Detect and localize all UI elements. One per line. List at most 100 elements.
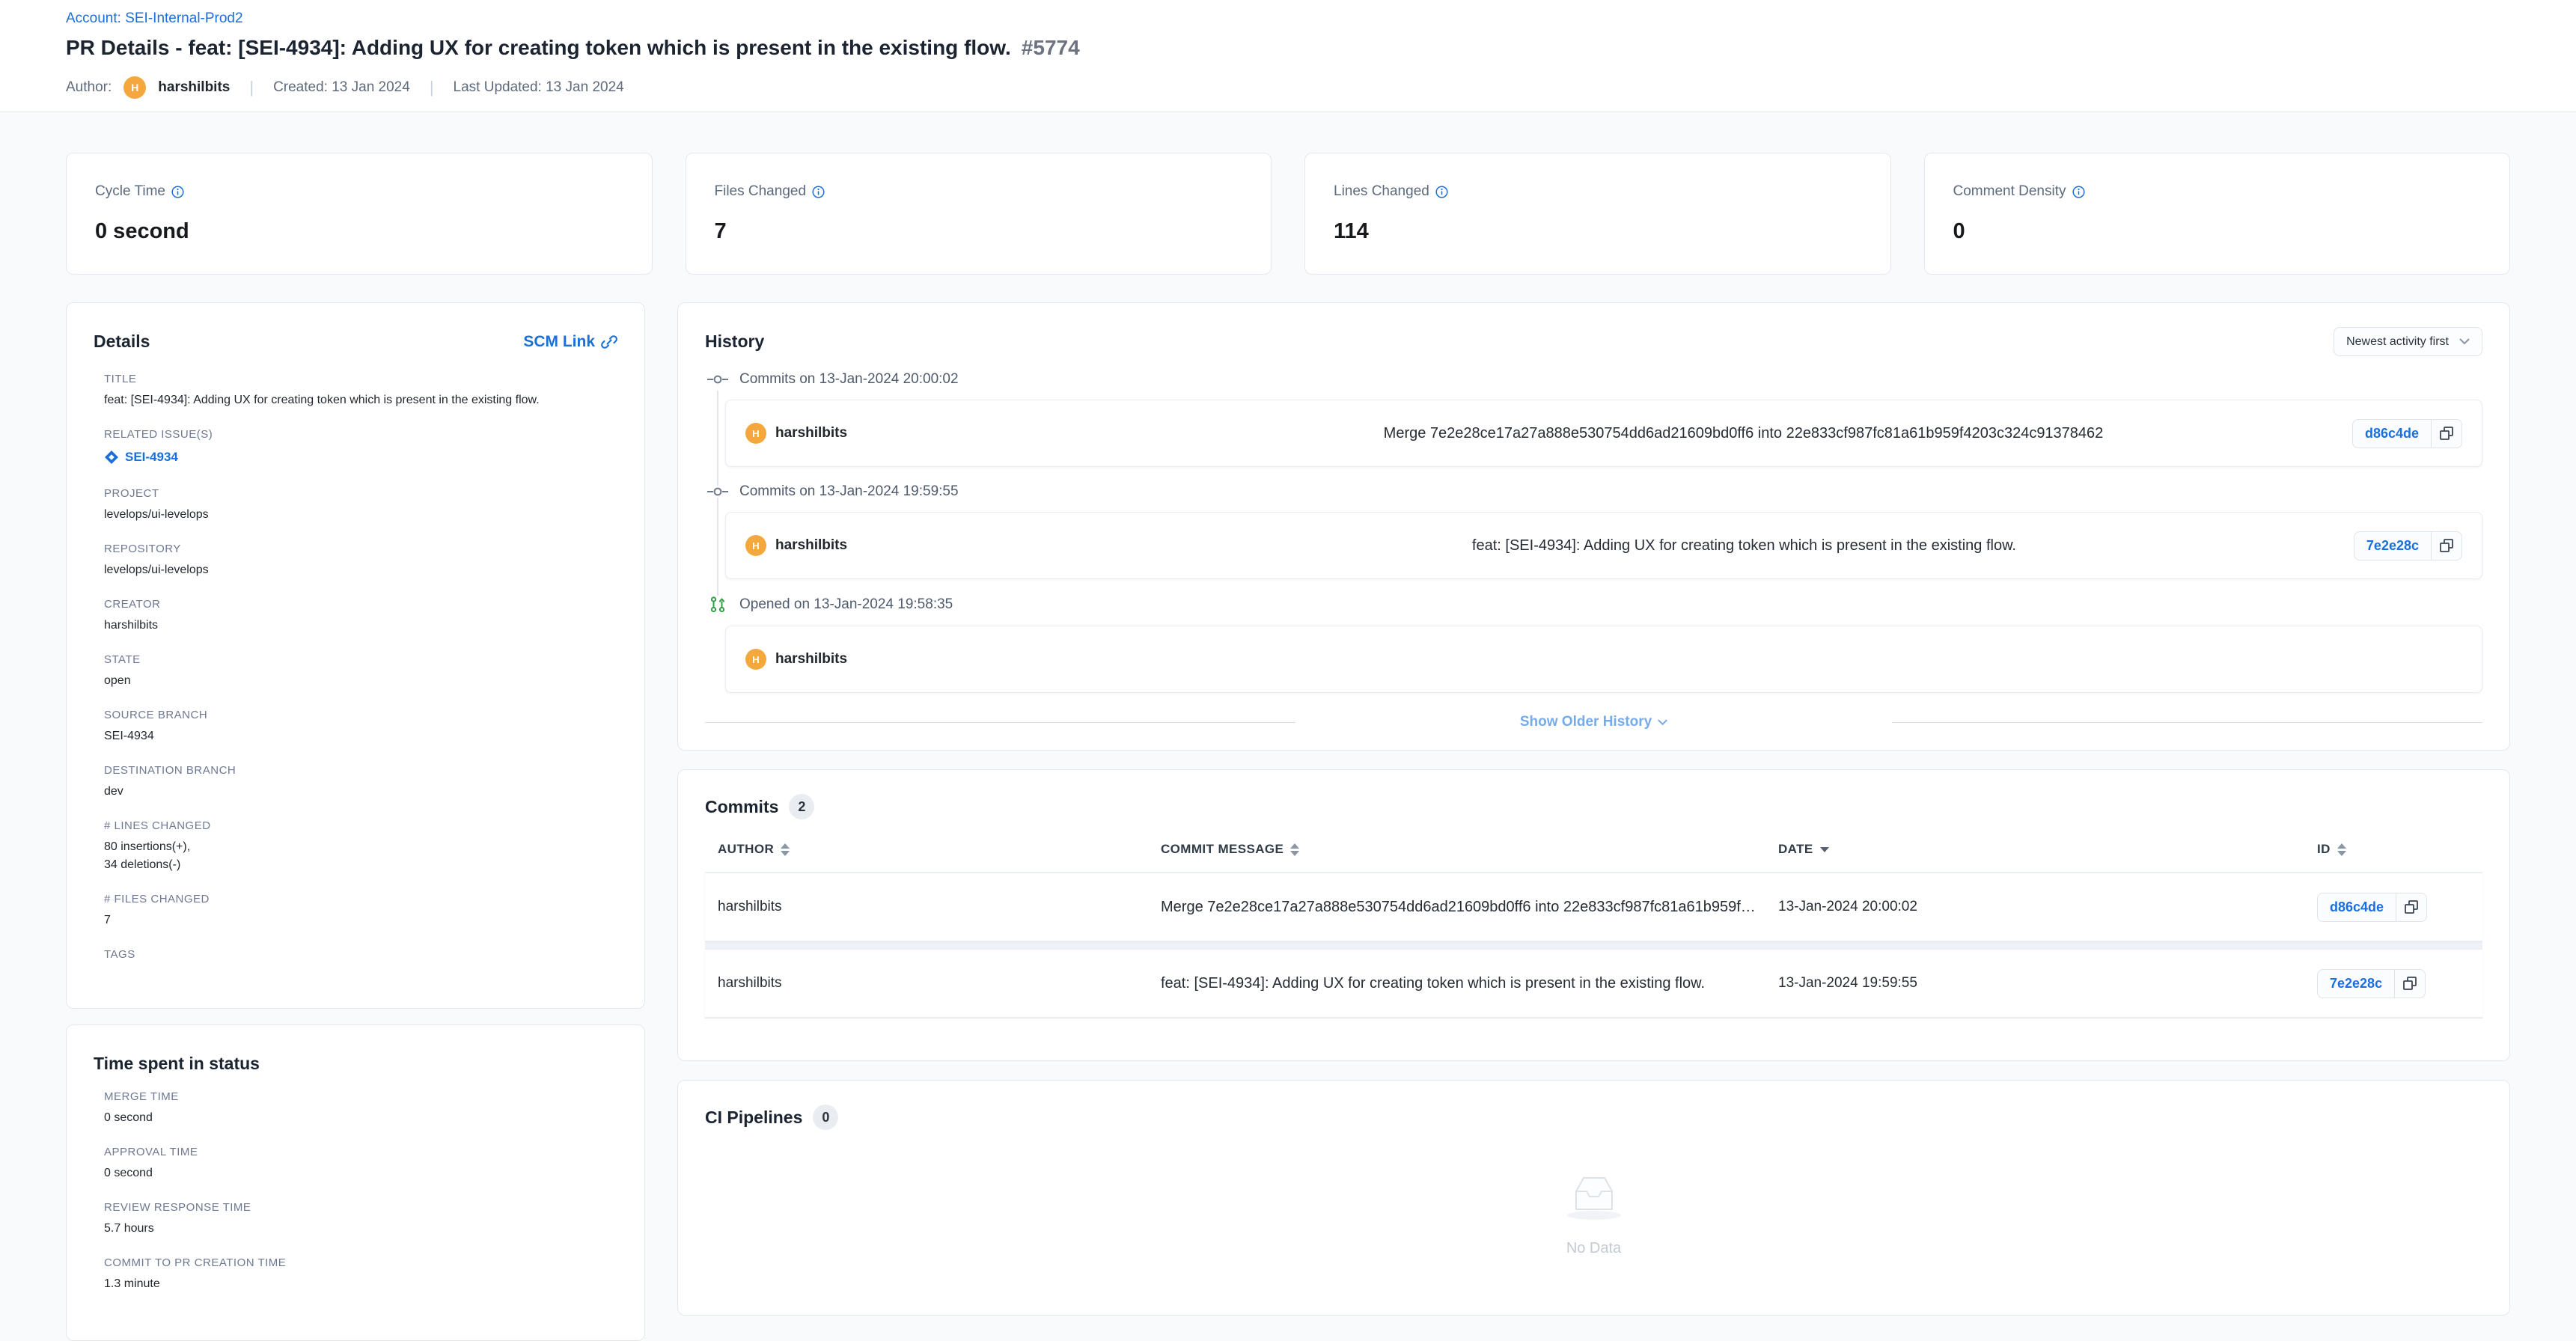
field-value: levelops/ui-levelops: [104, 561, 617, 579]
timeline-event-text: Commits on 13-Jan-2024 19:59:55: [739, 483, 959, 500]
chevron-down-icon: [1658, 719, 1667, 726]
empty-box-icon: [1558, 1166, 1630, 1223]
metric-label: Comment Density: [1953, 183, 2066, 200]
field-value: 5.7 hours: [104, 1220, 617, 1238]
history-commit-card: H harshilbits feat: [SEI-4934]: Adding U…: [725, 512, 2482, 579]
metric-label: Cycle Time: [95, 183, 165, 200]
table-row[interactable]: harshilbits feat: [SEI-4934]: Adding UX …: [705, 949, 2482, 1018]
info-icon[interactable]: [171, 186, 184, 198]
field-label: REPOSITORY: [104, 543, 617, 555]
history-timeline: Commits on 13-Jan-2024 20:00:02 H harshi…: [705, 371, 2482, 730]
sort-carets-icon: [2337, 843, 2346, 856]
field-merge-time: MERGE TIME 0 second: [104, 1090, 617, 1127]
copy-button[interactable]: [2432, 419, 2462, 448]
related-issue-link[interactable]: SEI-4934: [104, 450, 178, 465]
field-label: COMMIT TO PR CREATION TIME: [104, 1256, 617, 1269]
history-opened-card: H harshilbits: [725, 626, 2482, 693]
history-panel: History Newest activity first Commits on…: [677, 302, 2510, 751]
metric-label: Files Changed: [715, 183, 807, 200]
info-icon[interactable]: [1435, 186, 1448, 198]
commits-table-header: AUTHOR COMMIT MESSAGE DATE ID: [705, 819, 2482, 872]
divider: [705, 722, 1295, 723]
time-spent-panel: Time spent in status MERGE TIME 0 second…: [66, 1024, 645, 1341]
field-project: PROJECT levelops/ui-levelops: [104, 487, 617, 524]
issue-diamond-icon: [104, 450, 119, 465]
show-older-history-label: Show Older History: [1520, 714, 1652, 730]
commit-hash-badge[interactable]: d86c4de: [2317, 893, 2396, 922]
info-icon[interactable]: [812, 186, 825, 198]
cell-id: d86c4de: [2317, 893, 2482, 922]
commit-author: harshilbits: [775, 537, 847, 554]
commit-author: harshilbits: [775, 425, 847, 442]
field-value: 34 deletions(-): [104, 856, 617, 874]
page-header: Account: SEI-Internal-Prod2 PR Details -…: [0, 0, 2576, 112]
show-older-history-button[interactable]: Show Older History: [1520, 714, 1667, 730]
field-files-changed: # FILES CHANGED 7: [104, 893, 617, 929]
column-header-id[interactable]: ID: [2317, 842, 2482, 857]
avatar: H: [745, 535, 766, 556]
table-row[interactable]: harshilbits Merge 7e2e28ce17a27a888e5307…: [705, 873, 2482, 941]
cell-message: Merge 7e2e28ce17a27a888e530754dd6ad21609…: [1161, 899, 1778, 916]
field-value: 0 second: [104, 1109, 617, 1127]
cell-author: harshilbits: [718, 899, 1161, 915]
commit-message: feat: [SEI-4934]: Adding UX for creating…: [1135, 537, 2354, 555]
field-repository: REPOSITORY levelops/ui-levelops: [104, 543, 617, 579]
commit-hash-badge[interactable]: 7e2e28c: [2354, 531, 2432, 560]
timeline-event-label: Commits on 13-Jan-2024 20:00:02: [705, 371, 2482, 388]
info-icon[interactable]: [2072, 186, 2085, 198]
metric-label: Lines Changed: [1334, 183, 1429, 200]
field-tags: TAGS: [104, 948, 617, 961]
sort-carets-icon: [781, 843, 790, 856]
field-value: 80 insertions(+),: [104, 838, 617, 856]
link-icon: [601, 334, 617, 350]
copy-button[interactable]: [2432, 531, 2462, 560]
field-approval-time: APPROVAL TIME 0 second: [104, 1146, 617, 1182]
created-date: Created: 13 Jan 2024: [273, 79, 410, 96]
field-label: SOURCE BRANCH: [104, 709, 617, 721]
cell-author: harshilbits: [718, 975, 1161, 992]
field-value: 1.3 minute: [104, 1275, 617, 1293]
metric-value: 0: [1953, 219, 2482, 244]
field-value: 0 second: [104, 1164, 617, 1182]
no-data-text: No Data: [1558, 1240, 1630, 1257]
commit-hash-badge[interactable]: d86c4de: [2352, 419, 2432, 448]
field-label: PROJECT: [104, 487, 617, 500]
column-header-message[interactable]: COMMIT MESSAGE: [1161, 842, 1778, 857]
cell-date: 13-Jan-2024 20:00:02: [1778, 899, 2317, 915]
commits-count-badge: 2: [789, 794, 814, 819]
commit-hash-badge[interactable]: 7e2e28c: [2317, 969, 2395, 998]
timeline-event-text: Commits on 13-Jan-2024 20:00:02: [739, 371, 959, 388]
field-value: feat: [SEI-4934]: Adding UX for creating…: [104, 391, 617, 409]
author-label: Author:: [66, 79, 112, 96]
copy-button[interactable]: [2395, 969, 2426, 998]
field-label: MERGE TIME: [104, 1090, 617, 1103]
cell-id: 7e2e28c: [2317, 969, 2482, 998]
scm-link[interactable]: SCM Link: [523, 333, 617, 351]
column-header-author[interactable]: AUTHOR: [718, 842, 1161, 857]
field-value: levelops/ui-levelops: [104, 506, 617, 524]
field-commit-to-pr-time: COMMIT TO PR CREATION TIME 1.3 minute: [104, 1256, 617, 1293]
field-label: DESTINATION BRANCH: [104, 764, 617, 777]
metric-card-files-changed: Files Changed 7: [686, 153, 1272, 275]
column-header-date[interactable]: DATE: [1778, 842, 2317, 857]
commit-message: Merge 7e2e28ce17a27a888e530754dd6ad21609…: [1135, 425, 2352, 442]
history-sort-select[interactable]: Newest activity first: [2334, 327, 2482, 356]
field-creator: CREATOR harshilbits: [104, 598, 617, 635]
copy-button[interactable]: [2396, 893, 2427, 922]
field-related-issues: RELATED ISSUE(S) SEI-4934: [104, 428, 617, 468]
chevron-down-icon: [2459, 338, 2470, 345]
sort-carets-icon: [1290, 843, 1299, 856]
git-commit-icon: [705, 486, 730, 498]
account-breadcrumb-link[interactable]: Account: SEI-Internal-Prod2: [66, 10, 243, 27]
metric-card-lines-changed: Lines Changed 114: [1304, 153, 1891, 275]
sort-desc-icon: [1820, 847, 1829, 852]
field-label: RELATED ISSUE(S): [104, 428, 617, 441]
metric-value: 7: [715, 219, 1243, 244]
field-lines-changed: # LINES CHANGED 80 insertions(+), 34 del…: [104, 819, 617, 874]
field-review-response-time: REVIEW RESPONSE TIME 5.7 hours: [104, 1201, 617, 1238]
field-source-branch: SOURCE BRANCH SEI-4934: [104, 709, 617, 745]
show-older-history-row: Show Older History: [705, 714, 2482, 730]
timeline-event-text: Opened on 13-Jan-2024 19:58:35: [739, 596, 953, 613]
divider: |: [422, 78, 442, 97]
author-avatar: H: [123, 76, 146, 99]
